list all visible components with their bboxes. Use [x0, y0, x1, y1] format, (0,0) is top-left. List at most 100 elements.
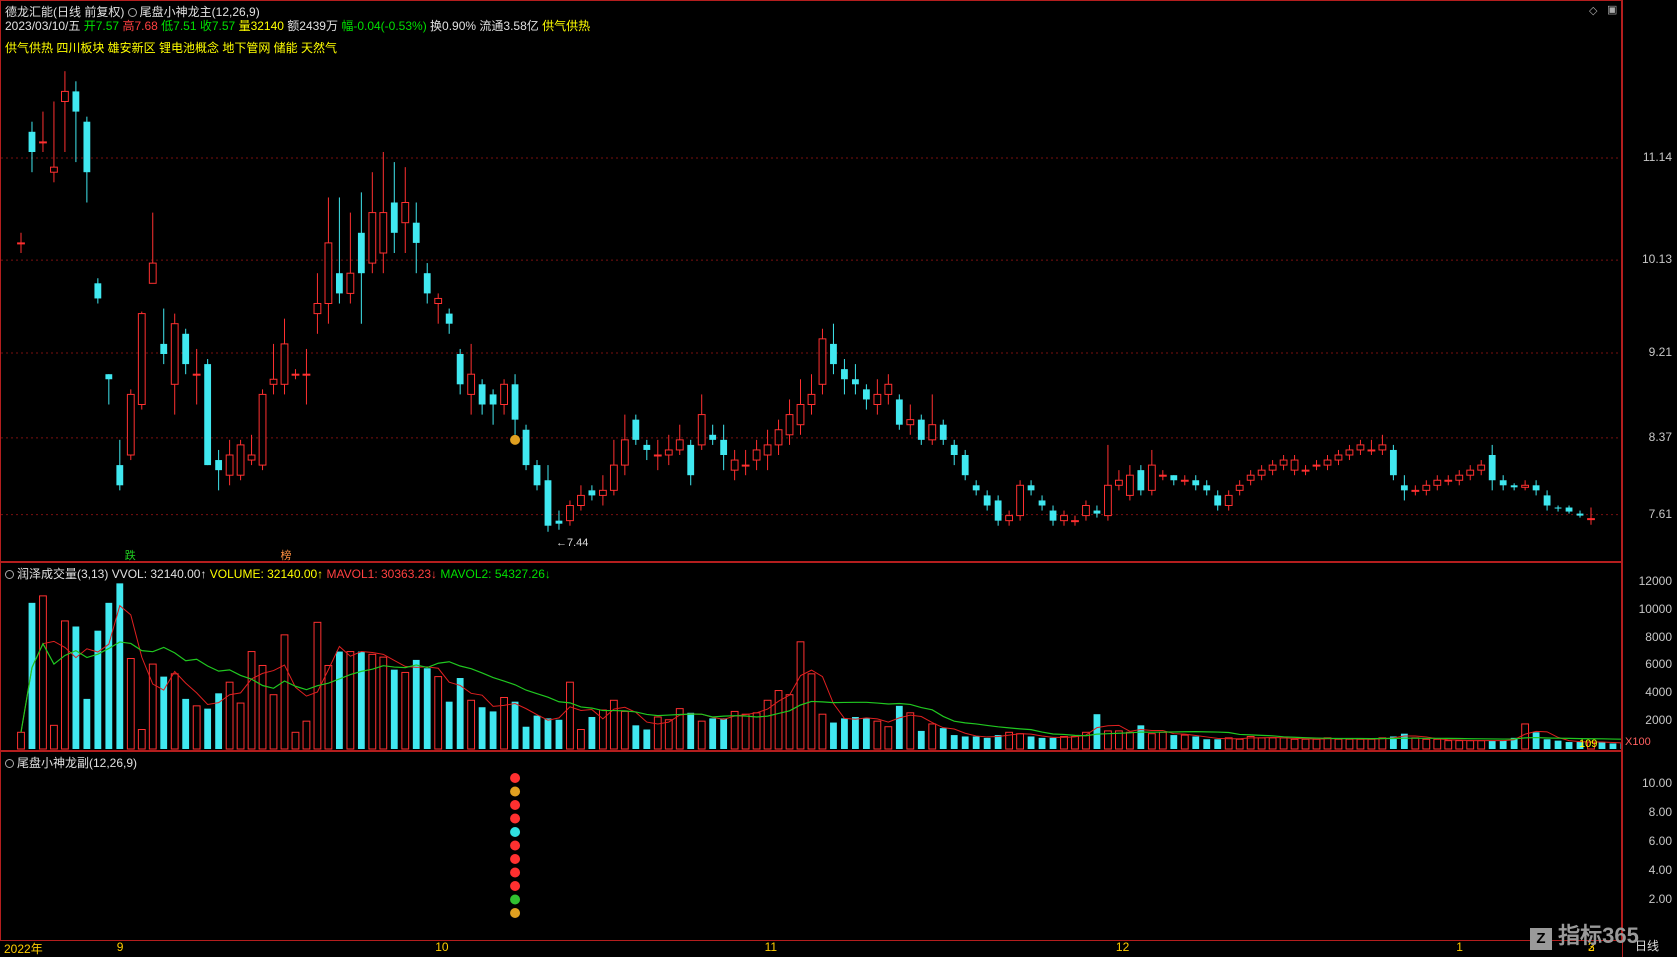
candle-body-down [720, 439, 728, 455]
coin-signal-icon [510, 434, 521, 445]
candle-body-down [1192, 480, 1200, 486]
volume-bar-down [215, 693, 223, 749]
candle-body-down [1203, 485, 1211, 491]
volume-bar-down [939, 728, 947, 749]
candle-body-down [72, 91, 80, 112]
volume-bar-up [1268, 737, 1277, 750]
candle-body-up [1323, 459, 1332, 466]
volume-bar-down [390, 669, 398, 749]
volume-bar-up [1378, 737, 1387, 750]
signal-icon [510, 908, 521, 918]
candle-body-up [1433, 479, 1442, 486]
candle-body-down [1170, 475, 1178, 481]
candle-body-up [1114, 479, 1123, 486]
volume-bar-up [796, 641, 805, 750]
candle-body-up [928, 424, 937, 441]
candle-body-up [1005, 515, 1014, 522]
time-axis: 2022年 9 10 11 12 1 2 3 [0, 940, 1622, 957]
candle-body-down [972, 485, 980, 491]
candle-body-down [105, 374, 113, 380]
candle-body-up [1301, 469, 1310, 472]
volume-bar-down [917, 730, 925, 749]
volume-bar-down [72, 626, 80, 749]
candle-body-down [522, 429, 530, 466]
volume-bar-up [247, 651, 256, 750]
sub-indicator-chart [510, 773, 521, 918]
candle-body-up [1334, 454, 1343, 461]
volume-bar-down [588, 716, 596, 749]
candle-body-down [1389, 449, 1397, 476]
volume-bar-up [17, 731, 25, 750]
candle-body-up [280, 343, 289, 385]
candle-body-up [50, 166, 58, 173]
candle-body-up [170, 323, 179, 385]
volume-bar-down [423, 668, 431, 749]
volume-bar-up [1477, 740, 1486, 750]
volume-bar-up [1279, 737, 1288, 750]
volume-bar-down [830, 722, 837, 749]
volume-bar-up [280, 634, 289, 750]
volume-bar-up [1158, 731, 1167, 750]
candlestick-chart: ←7.44 跌 榜 [1, 71, 1621, 561]
price-tick-label: 8.37 [1648, 429, 1672, 444]
candle-body-up [1071, 520, 1079, 523]
candle-body-down [478, 384, 486, 405]
candle-body-up [697, 414, 706, 446]
candle-body-up [1345, 449, 1354, 456]
candle-body-up [1455, 474, 1464, 481]
volume-bar-up [170, 673, 179, 750]
candle-body-up [906, 419, 915, 426]
volume-bar-up [752, 712, 761, 750]
volume-bar-up [598, 709, 607, 750]
candle-body-up [653, 454, 662, 457]
signal-mark-die: 跌 [125, 548, 136, 561]
candle-body-down [160, 343, 168, 354]
candle-body-down [950, 444, 958, 455]
candle-body-down [28, 131, 36, 152]
volume-bar-down [83, 698, 91, 749]
candle-body-up [620, 439, 629, 466]
candle-body-down [841, 369, 848, 380]
candle-body-up [1268, 464, 1277, 471]
candle-body-down [1049, 510, 1057, 521]
candle-body-up [247, 454, 256, 461]
volume-bar-up [148, 663, 157, 750]
volume-bar-down [1554, 740, 1562, 749]
signal-icon [510, 894, 521, 905]
volume-bar-up [1071, 735, 1079, 750]
volume-bar-up [324, 664, 333, 750]
volume-bar-up [302, 720, 311, 750]
sub-tick-label: 6.00 [1648, 834, 1672, 848]
candle-body-down [1027, 485, 1035, 491]
candle-body-up [137, 313, 146, 406]
volume-bar-down [456, 678, 464, 749]
candle-body-up [1290, 459, 1299, 471]
signal-icon [510, 773, 521, 783]
candle-body-up [785, 414, 794, 436]
signal-icon [510, 800, 521, 810]
candle-body-up [39, 141, 47, 144]
volume-bar-up [1334, 738, 1343, 750]
candle-body-up [313, 303, 322, 315]
volume-bar-down [182, 698, 190, 749]
candle-body-up [675, 439, 684, 451]
volume-tick-label: 8000 [1645, 629, 1672, 644]
candle-body-down [1400, 485, 1408, 491]
candle-body-down [423, 273, 431, 294]
candle-body-down [1038, 500, 1046, 506]
volume-bar-up [1455, 740, 1464, 750]
signal-icon [510, 867, 521, 878]
candle-body-up [1444, 479, 1453, 482]
volume-bar-down [983, 737, 991, 749]
candle-body-up [148, 262, 157, 284]
brand-watermark: Z 指标365 [1530, 918, 1639, 950]
candle-body-up [379, 212, 388, 254]
volume-bar-up [884, 726, 893, 750]
sub-tick-label: 10.00 [1641, 776, 1672, 790]
volume-bar-down [105, 602, 113, 749]
candle-body-down [994, 500, 1002, 521]
volume-pane: 润泽成交量(3,13) VVOL: 32140.00↑ VOLUME: 3214… [0, 562, 1622, 751]
candle-body-up [1147, 464, 1156, 491]
price-tick-label: 7.61 [1648, 506, 1672, 521]
candle-body-down [182, 333, 190, 365]
